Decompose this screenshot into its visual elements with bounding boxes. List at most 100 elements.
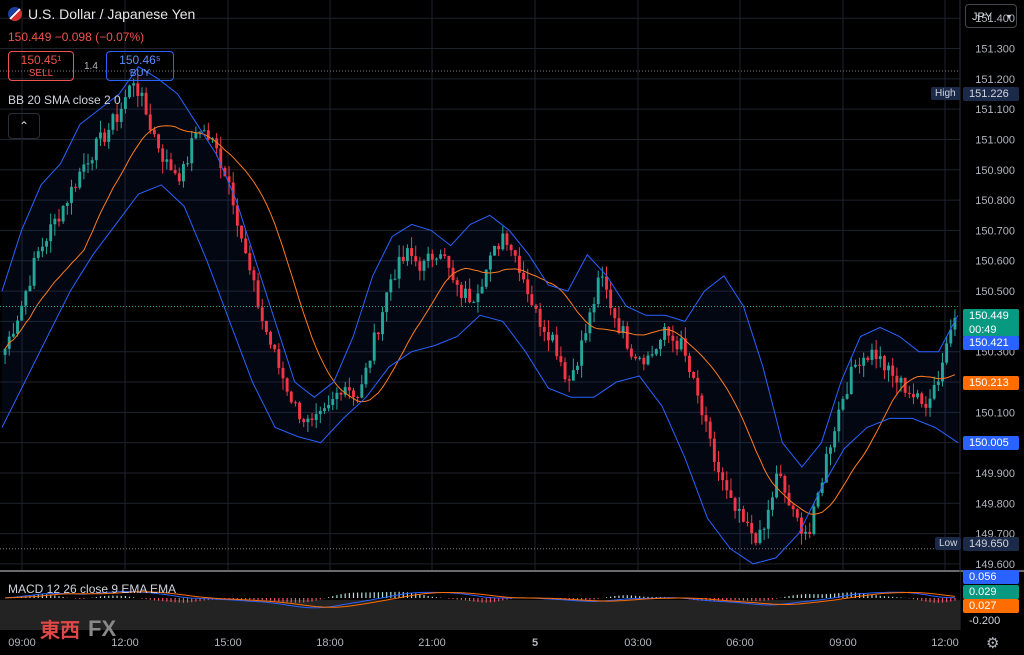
candle-body	[667, 326, 671, 336]
candle-body	[911, 393, 915, 398]
sell-button[interactable]: 150.45¹ SELL	[8, 51, 74, 81]
price-axis-label: 150.900	[975, 165, 1015, 177]
currency-selector[interactable]: JPY ▾	[965, 4, 1017, 28]
candle-body	[45, 241, 49, 247]
candle-body	[696, 377, 700, 396]
candle-body	[144, 92, 148, 115]
candle-body	[289, 391, 293, 403]
candle-body	[310, 418, 314, 420]
candle-body	[501, 233, 505, 250]
candle-body	[82, 164, 86, 172]
candle-body	[86, 163, 90, 165]
currency-label: JPY	[972, 11, 993, 23]
candle-body	[779, 473, 783, 476]
candle-body	[69, 186, 73, 203]
candle-body	[692, 371, 696, 378]
brand-logo: 東西 FX	[40, 614, 116, 643]
last-price-tag: 150.449 00:49	[963, 309, 1019, 337]
price-axis-label: 149.800	[975, 498, 1015, 510]
candle-body	[671, 335, 675, 341]
candle-body	[592, 304, 596, 313]
candle-body	[256, 280, 260, 308]
collapse-indicators-button[interactable]: ⌃	[8, 113, 40, 139]
candle-body	[405, 248, 409, 262]
price-axis-label: 151.200	[975, 74, 1015, 86]
price-axis-label: 151.300	[975, 44, 1015, 56]
low-value-tag: 149.650	[963, 537, 1019, 551]
candle-body	[762, 528, 766, 530]
candle-body	[352, 390, 355, 397]
candle-body	[356, 396, 360, 398]
buy-button[interactable]: 150.46⁵ BUY	[106, 51, 174, 81]
candle-body	[414, 256, 418, 262]
price-chart[interactable]: 151.400151.300151.200151.100151.000150.9…	[0, 0, 1024, 655]
candle-body	[385, 292, 389, 313]
candle-body	[725, 480, 729, 491]
candle-body	[932, 384, 936, 399]
candle-body	[754, 533, 758, 543]
candle-body	[766, 509, 770, 529]
candle-body	[335, 392, 339, 400]
candle-body	[36, 251, 40, 258]
candle-body	[455, 280, 459, 285]
macd-indicator-label[interactable]: MACD 12 26 close 9 EMA EMA	[8, 582, 176, 596]
candle-body	[866, 357, 870, 360]
candle-body	[783, 475, 787, 493]
candle-body	[804, 531, 808, 534]
candle-body	[887, 365, 891, 371]
candle-body	[613, 308, 617, 319]
candle-body	[841, 398, 845, 410]
candle-body	[128, 85, 131, 98]
candle-body	[733, 497, 737, 511]
candle-body	[580, 340, 584, 366]
candle-body	[260, 307, 264, 321]
candle-body	[679, 338, 683, 350]
candle-body	[53, 218, 57, 225]
candle-body	[264, 320, 268, 332]
candle-body	[546, 331, 550, 341]
candle-body	[389, 279, 393, 293]
low-label: Low	[935, 537, 962, 550]
candle-body	[464, 288, 467, 299]
bollinger-indicator-label[interactable]: BB 20 SMA close 2 0	[8, 93, 121, 107]
symbol-header[interactable]: U.S. Dollar / Japanese Yen	[8, 6, 195, 22]
candle-body	[758, 529, 762, 543]
candle-body	[190, 138, 194, 164]
candle-body	[140, 92, 144, 96]
candle-body	[924, 403, 928, 408]
candle-body	[16, 320, 19, 334]
candle-body	[306, 418, 310, 423]
candle-body	[57, 218, 61, 222]
candle-body	[468, 288, 472, 303]
bb-basis-tag: 150.213	[963, 376, 1019, 390]
candle-body	[878, 356, 882, 360]
candle-body	[567, 379, 571, 381]
candle-body	[459, 284, 463, 299]
candle-body	[401, 256, 405, 262]
time-axis-label: 03:00	[624, 637, 652, 649]
candle-body	[625, 326, 629, 349]
time-axis-label: 5	[532, 637, 538, 649]
candle-body	[849, 366, 853, 395]
candle-body	[360, 384, 364, 398]
time-axis-label: 21:00	[418, 637, 446, 649]
candle-body	[285, 378, 289, 392]
time-axis-label: 09:00	[8, 637, 36, 649]
candle-body	[103, 132, 107, 142]
price-axis-label: 151.000	[975, 134, 1015, 146]
last-price: 150.449	[969, 310, 1009, 322]
spread-value: 1.4	[84, 61, 98, 72]
gear-icon[interactable]: ⚙	[986, 634, 999, 652]
candle-body	[617, 318, 621, 334]
candle-body	[269, 331, 272, 345]
candle-body	[551, 334, 555, 341]
candle-body	[808, 531, 812, 534]
candle-body	[248, 253, 252, 271]
candle-body	[563, 362, 567, 380]
candle-body	[609, 289, 613, 309]
candle-body	[638, 357, 642, 359]
candle-body	[584, 333, 588, 341]
macd-signal-tag: 0.027	[963, 599, 1019, 613]
candle-body	[596, 277, 600, 305]
candle-body	[186, 163, 190, 165]
